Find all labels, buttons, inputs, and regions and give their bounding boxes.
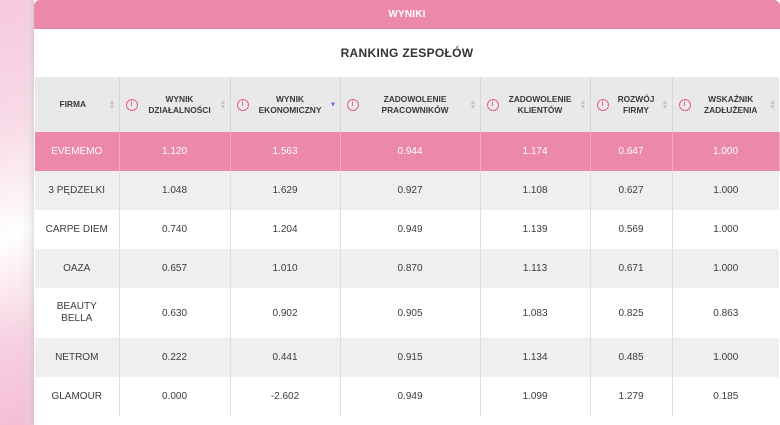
sort-icon[interactable]: ▲ ▼ [470, 99, 477, 111]
sort-icon[interactable]: ▲ ▼ [109, 99, 116, 111]
info-icon[interactable]: i [346, 98, 359, 111]
cell-wskaznik-zadluzenia: 1.000 [672, 338, 779, 377]
firm-name: EVEMEMO [35, 132, 120, 171]
column-header-wskaznik-zadluzenia[interactable]: i WSKAŹNIK ZADŁUŻENIA ▲ ▼ [672, 77, 779, 132]
cell-rozwoj-firmy: 1.279 [590, 377, 673, 416]
table-row[interactable]: OAZA 0.657 1.010 0.870 1.113 0.671 1.000 [35, 249, 779, 288]
cell-zadowolenie-pracownikow: 0.915 [340, 338, 481, 377]
cell-zadowolenie-klientow: 1.174 [480, 132, 591, 171]
column-header-label: FIRMA [59, 99, 86, 109]
firm-name: OAZA [35, 249, 120, 288]
cell-wynik-ekonomiczny: 1.563 [230, 132, 341, 171]
column-header-zadowolenie-pracownikow[interactable]: i ZADOWOLENIE PRACOWNIKÓW ▲ ▼ [340, 77, 481, 132]
ranking-table: FIRMA ▲ ▼ i WYNIK DZIAŁALNOŚCI ▲ ▼ i WYNIK… [35, 77, 780, 416]
column-header-firma[interactable]: FIRMA ▲ ▼ [35, 77, 120, 132]
cell-wskaznik-zadluzenia: 0.185 [672, 377, 779, 416]
cell-wskaznik-zadluzenia: 1.000 [672, 249, 779, 288]
cell-wskaznik-zadluzenia: 0.863 [672, 288, 779, 338]
cell-zadowolenie-pracownikow: 0.944 [340, 132, 481, 171]
table-row[interactable]: BEAUTY BELLA 0.630 0.902 0.905 1.083 0.8… [35, 288, 779, 338]
cell-zadowolenie-klientow: 1.113 [480, 249, 591, 288]
column-header-wynik-ekonomiczny[interactable]: i WYNIK EKONOMICZNY ▼ [230, 77, 341, 132]
cell-wynik-dzialalnosci: 0.657 [119, 249, 231, 288]
info-icon[interactable]: i [486, 98, 499, 111]
cell-wynik-ekonomiczny: -2.602 [230, 377, 341, 416]
cell-rozwoj-firmy: 0.671 [590, 249, 673, 288]
results-panel: WYNIKI RANKING ZESPOŁÓW FIRMA ▲ ▼ i WYNIK [34, 0, 780, 425]
table-row[interactable]: 3 PĘDZELKI 1.048 1.629 0.927 1.108 0.627… [35, 171, 779, 210]
cell-wynik-ekonomiczny: 0.441 [230, 338, 341, 377]
cell-rozwoj-firmy: 0.627 [590, 171, 673, 210]
cell-wynik-dzialalnosci: 0.630 [119, 288, 231, 338]
cell-zadowolenie-pracownikow: 0.927 [340, 171, 481, 210]
firm-name: CARPE DIEM [35, 210, 120, 249]
cell-wynik-dzialalnosci: 0.222 [119, 338, 231, 377]
cell-zadowolenie-klientow: 1.108 [480, 171, 591, 210]
cell-wynik-ekonomiczny: 1.010 [230, 249, 341, 288]
cell-rozwoj-firmy: 0.569 [590, 210, 673, 249]
ranking-title: RANKING ZESPOŁÓW [340, 46, 474, 60]
firm-name: BEAUTY BELLA [35, 288, 120, 338]
info-icon[interactable]: i [236, 98, 249, 111]
cell-zadowolenie-pracownikow: 0.905 [340, 288, 481, 338]
cell-wynik-ekonomiczny: 1.204 [230, 210, 341, 249]
cell-zadowolenie-pracownikow: 0.949 [340, 377, 481, 416]
firm-name: 3 PĘDZELKI [35, 171, 120, 210]
info-icon[interactable]: i [678, 98, 691, 111]
firm-name: NETROM [35, 338, 120, 377]
sort-icon[interactable]: ▲ ▼ [769, 99, 776, 111]
info-icon[interactable]: i [125, 98, 138, 111]
column-header-rozwoj-firmy[interactable]: i ROZWÓJ FIRMY ▲ ▼ [590, 77, 673, 132]
table-row[interactable]: NETROM 0.222 0.441 0.915 1.134 0.485 1.0… [35, 338, 779, 377]
cell-zadowolenie-pracownikow: 0.949 [340, 210, 481, 249]
cell-wynik-dzialalnosci: 0.000 [119, 377, 231, 416]
cell-wynik-dzialalnosci: 0.740 [119, 210, 231, 249]
cell-rozwoj-firmy: 0.825 [590, 288, 673, 338]
cell-wskaznik-zadluzenia: 1.000 [672, 210, 779, 249]
cell-wskaznik-zadluzenia: 1.000 [672, 171, 779, 210]
cell-rozwoj-firmy: 0.485 [590, 338, 673, 377]
cell-zadowolenie-klientow: 1.099 [480, 377, 591, 416]
cell-wynik-ekonomiczny: 1.629 [230, 171, 341, 210]
table-row[interactable]: GLAMOUR 0.000 -2.602 0.949 1.099 1.279 0… [35, 377, 779, 416]
column-header-label: WYNIK EKONOMICZNY [258, 93, 322, 115]
column-header-zadowolenie-klientow[interactable]: i ZADOWOLENIE KLIENTÓW ▲ ▼ [480, 77, 591, 132]
cell-zadowolenie-klientow: 1.139 [480, 210, 591, 249]
column-header-label: ZADOWOLENIE KLIENTÓW [508, 93, 572, 115]
cell-zadowolenie-klientow: 1.134 [480, 338, 591, 377]
column-header-label: ZADOWOLENIE PRACOWNIKÓW [381, 93, 449, 115]
cell-wskaznik-zadluzenia: 1.000 [672, 132, 780, 171]
panel-header: WYNIKI [34, 0, 780, 29]
cell-zadowolenie-klientow: 1.083 [480, 288, 591, 338]
sort-icon[interactable]: ▲ ▼ [220, 99, 227, 111]
cell-wynik-dzialalnosci: 1.120 [119, 132, 231, 171]
column-header-label: WYNIK DZIAŁALNOŚCI [148, 93, 211, 115]
table-row[interactable]: CARPE DIEM 0.740 1.204 0.949 1.139 0.569… [35, 210, 779, 249]
cell-rozwoj-firmy: 0.647 [590, 132, 673, 171]
header-row: FIRMA ▲ ▼ i WYNIK DZIAŁALNOŚCI ▲ ▼ i WYNIK… [35, 77, 779, 132]
sort-icon[interactable]: ▲ ▼ [580, 99, 587, 111]
cell-wynik-ekonomiczny: 0.902 [230, 288, 341, 338]
column-header-label: ROZWÓJ FIRMY [617, 93, 655, 115]
info-icon[interactable]: i [596, 98, 609, 111]
cell-zadowolenie-pracownikow: 0.870 [340, 249, 481, 288]
column-header-label: WSKAŹNIK ZADŁUŻENIA [703, 93, 758, 115]
page-background [0, 0, 34, 425]
sort-desc-icon[interactable]: ▼ [330, 101, 337, 108]
firm-name: GLAMOUR [35, 377, 120, 416]
sort-icon[interactable]: ▲ ▼ [662, 99, 669, 111]
column-header-wynik-dzialalnosci[interactable]: i WYNIK DZIAŁALNOŚCI ▲ ▼ [119, 77, 231, 132]
table-row-highlighted[interactable]: EVEMEMO 1.120 1.563 0.944 1.174 0.647 1.… [35, 132, 780, 171]
cell-wynik-dzialalnosci: 1.048 [119, 171, 231, 210]
